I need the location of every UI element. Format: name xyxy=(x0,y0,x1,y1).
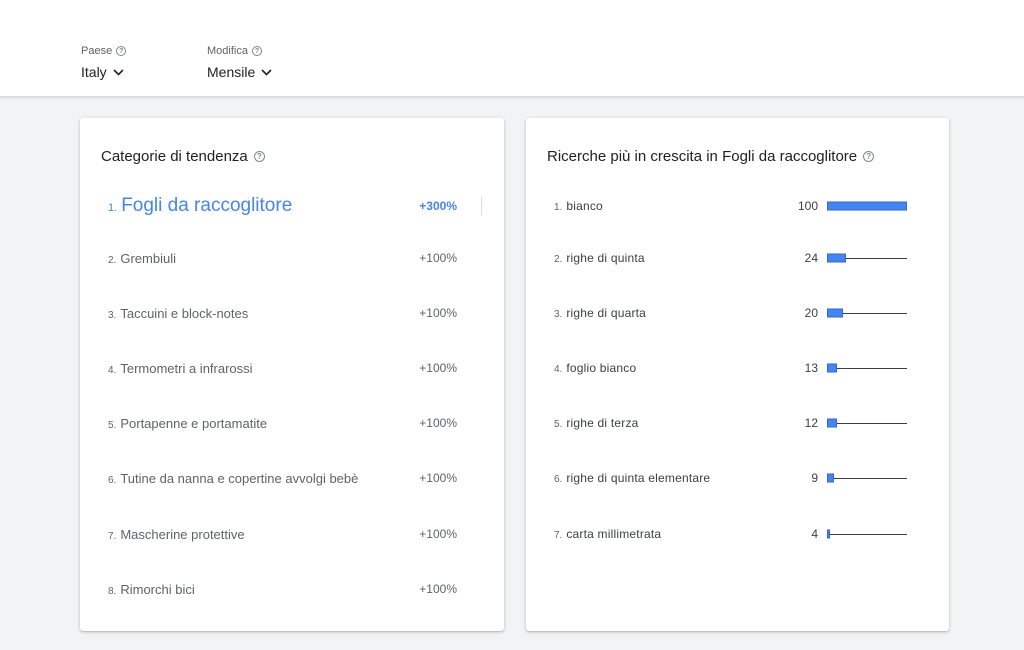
category-change: +100% xyxy=(419,306,457,320)
query-rank: 1. xyxy=(554,202,563,213)
category-row[interactable]: 7. Mascherine protettive +100% xyxy=(80,523,504,545)
rising-searches-card: Ricerche più in crescita in Fogli da rac… xyxy=(526,118,949,631)
card-title: Ricerche più in crescita in Fogli da rac… xyxy=(547,148,858,165)
trending-categories-card: Categorie di tendenza ? 1. Fogli da racco… xyxy=(80,118,504,631)
category-name: Rimorchi bici xyxy=(120,581,195,597)
bar-fill xyxy=(827,201,907,211)
country-value: Italy xyxy=(81,64,107,80)
category-name: Portapenne e portamatite xyxy=(120,415,268,431)
query-value: 24 xyxy=(804,251,818,265)
period-value: Mensile xyxy=(207,64,256,80)
category-rank: 1. xyxy=(108,202,118,214)
bar-fill xyxy=(827,529,830,539)
query-text: bianco xyxy=(566,199,603,213)
category-change: +300% xyxy=(419,199,457,213)
category-row[interactable]: 4. Termometri a infrarossi +100% xyxy=(80,357,504,379)
bar-track xyxy=(827,478,907,479)
country-filter-label: Paese xyxy=(81,45,113,57)
query-rank: 4. xyxy=(554,364,563,375)
period-filter[interactable]: Modifica ? Mensile xyxy=(207,44,272,81)
query-row[interactable]: 3. righe di quarta 20 xyxy=(526,302,949,324)
help-icon[interactable]: ? xyxy=(253,151,265,162)
query-rank: 6. xyxy=(554,474,563,485)
period-filter-label: Modifica xyxy=(207,45,248,57)
query-value: 20 xyxy=(804,306,818,320)
category-rank: 7. xyxy=(108,530,117,542)
bar-track xyxy=(827,368,907,369)
card-title: Categorie di tendenza xyxy=(101,148,248,165)
category-name: Taccuini e block-notes xyxy=(120,305,249,321)
country-filter[interactable]: Paese ? Italy xyxy=(81,44,127,81)
help-icon[interactable]: ? xyxy=(251,46,262,56)
category-change: +100% xyxy=(419,471,457,485)
category-rank: 4. xyxy=(108,364,117,376)
query-rank: 7. xyxy=(554,530,563,541)
category-row[interactable]: 1. Fogli da raccoglitore +300% xyxy=(80,195,504,217)
query-value: 9 xyxy=(811,471,818,485)
bar-track xyxy=(827,534,907,535)
query-rank: 3. xyxy=(554,309,563,320)
help-icon[interactable]: ? xyxy=(116,46,127,56)
query-text: carta millimetrata xyxy=(566,527,662,541)
category-name: Termometri a infrarossi xyxy=(120,360,253,376)
category-change: +100% xyxy=(419,251,457,265)
query-text: righe di quarta xyxy=(566,306,647,320)
query-row[interactable]: 6. righe di quinta elementare 9 xyxy=(526,467,949,489)
query-text: righe di quinta xyxy=(566,251,645,265)
category-row[interactable]: 8. Rimorchi bici +100% xyxy=(80,578,504,600)
query-text: righe di terza xyxy=(566,416,639,430)
query-value: 13 xyxy=(804,361,818,375)
help-icon[interactable]: ? xyxy=(863,151,875,162)
category-rank: 3. xyxy=(108,309,117,321)
bar-fill xyxy=(827,418,837,428)
category-rank: 2. xyxy=(108,254,117,266)
query-text: righe di quinta elementare xyxy=(566,471,711,485)
query-value: 4 xyxy=(811,527,818,541)
query-row[interactable]: 4. foglio bianco 13 xyxy=(526,357,949,379)
query-row[interactable]: 7. carta millimetrata 4 xyxy=(526,523,949,545)
category-change: +100% xyxy=(419,582,457,596)
category-change: +100% xyxy=(419,416,457,430)
query-rank: 2. xyxy=(554,254,563,265)
category-row[interactable]: 2. Grembiuli +100% xyxy=(80,247,504,269)
category-rank: 8. xyxy=(108,585,117,597)
filter-bar: Paese ? Italy Modifica ? Mensile xyxy=(0,0,1024,97)
query-row[interactable]: 5. righe di terza 12 xyxy=(526,412,949,434)
category-row[interactable]: 6. Tutine da nanna e copertine avvolgi be… xyxy=(80,467,504,489)
category-change: +100% xyxy=(419,527,457,541)
category-rank: 5. xyxy=(108,419,117,431)
period-select[interactable]: Mensile xyxy=(207,63,272,81)
category-change: +100% xyxy=(419,361,457,375)
query-text: foglio bianco xyxy=(566,361,637,375)
query-value: 100 xyxy=(797,199,818,213)
category-rank: 6. xyxy=(108,474,117,486)
bar-fill xyxy=(827,253,846,263)
country-select[interactable]: Italy xyxy=(81,63,126,81)
category-row[interactable]: 5. Portapenne e portamatite +100% xyxy=(80,412,504,434)
category-name: Grembiuli xyxy=(120,250,176,266)
query-value: 12 xyxy=(804,416,818,430)
query-rank: 5. xyxy=(554,419,563,430)
bar-fill xyxy=(827,473,834,483)
category-name: Tutine da nanna e copertine avvolgi bebè xyxy=(120,470,359,486)
chevron-down-icon xyxy=(261,68,272,76)
category-name: Mascherine protettive xyxy=(120,526,245,542)
bar-fill xyxy=(827,363,837,373)
category-name: Fogli da raccoglitore xyxy=(121,195,293,216)
bar-track xyxy=(827,423,907,424)
query-row[interactable]: 1. bianco 100 xyxy=(526,195,949,217)
query-row[interactable]: 2. righe di quinta 24 xyxy=(526,247,949,269)
bar-fill xyxy=(827,308,843,318)
category-row[interactable]: 3. Taccuini e block-notes +100% xyxy=(80,302,504,324)
chevron-down-icon xyxy=(113,68,124,76)
